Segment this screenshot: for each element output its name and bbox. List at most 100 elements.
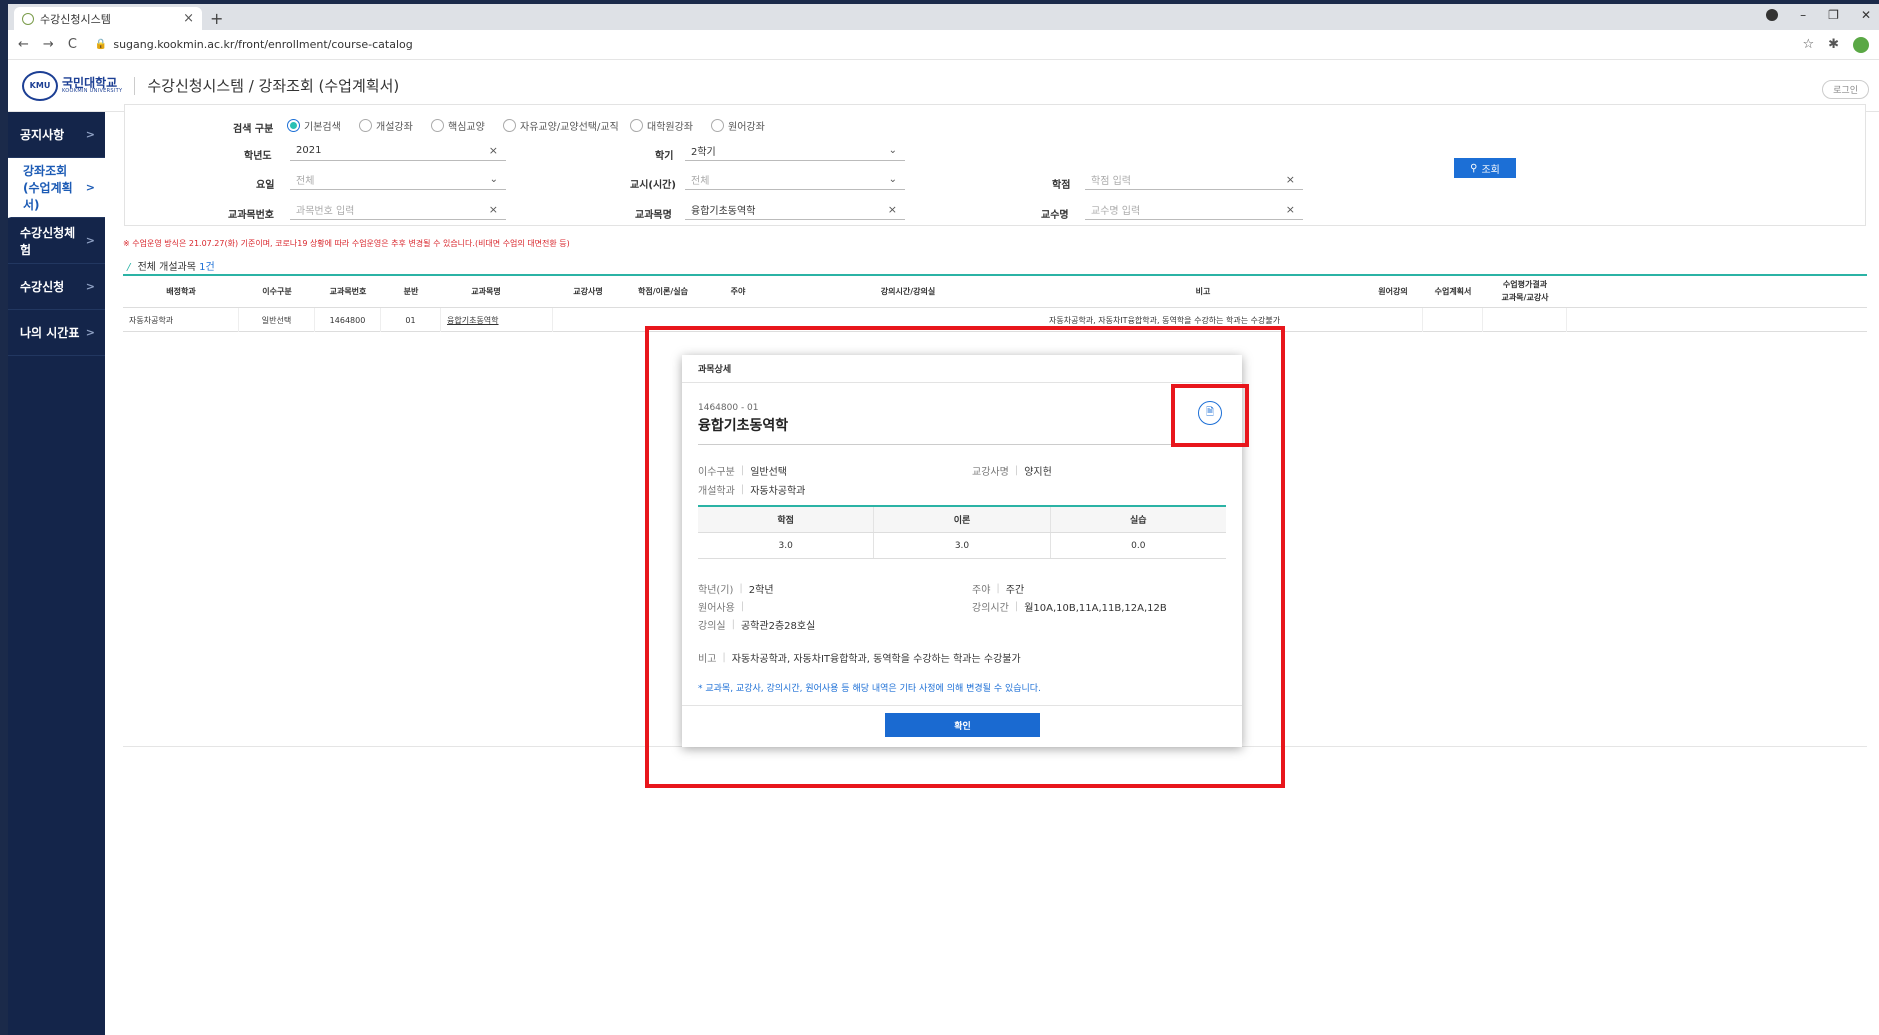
extensions-icon[interactable]: ✱ xyxy=(1828,37,1839,52)
col-evaluation-sub: 교과목/교강사 xyxy=(1501,293,1549,302)
sidebar-item-course-catalog[interactable]: 강좌조회 (수업계획서) > xyxy=(8,158,105,218)
col-remark: 비고 xyxy=(1195,286,1211,296)
header-separator xyxy=(134,76,136,95)
search-type-label: 검색 구분 xyxy=(233,124,274,135)
chevron-down-icon: ⌄ xyxy=(489,174,498,185)
course-no-placeholder: 과목번호 입력 xyxy=(296,206,355,217)
sidebar-item-notice[interactable]: 공지사항 > xyxy=(8,112,105,158)
sidebar-item-label: 나의 시간표 xyxy=(20,326,80,340)
table-header: 배정학과 이수구분 교과목번호 분반 교과목명 교강사명 학점/이론/실습 주야… xyxy=(123,274,1867,308)
radio-basic-search[interactable]: 기본검색 xyxy=(287,118,341,133)
new-tab-button[interactable]: + xyxy=(210,9,223,28)
clear-icon[interactable]: × xyxy=(489,144,498,157)
cell-evaluation[interactable] xyxy=(1483,308,1567,332)
sidebar-item-label: 강좌조회 xyxy=(23,164,68,178)
day-label: 요일 xyxy=(256,180,275,191)
search-panel: 검색 구분 기본검색 개설강좌 핵심교양 자유교양/교양선택/교직 대학원강좌 … xyxy=(124,104,1866,226)
clear-icon[interactable]: × xyxy=(489,203,498,216)
professor-placeholder: 교수명 입력 xyxy=(1091,206,1141,217)
search-button[interactable]: ⚲ 조회 xyxy=(1454,158,1516,178)
profile-icon[interactable] xyxy=(1766,9,1779,21)
tab-title: 수강신청시스템 xyxy=(40,12,111,26)
semester-label: 학기 xyxy=(655,151,674,162)
chevron-right-icon: > xyxy=(85,128,95,141)
page-title: 수강신청시스템 / 강좌조회 (수업계획서) xyxy=(147,77,400,95)
pencil-icon: / xyxy=(127,262,131,273)
clear-icon[interactable]: × xyxy=(1286,173,1295,186)
bookmark-star-icon[interactable]: ☆ xyxy=(1802,37,1814,52)
cell-code: 1464800 xyxy=(315,308,381,332)
desktop-edge xyxy=(0,0,8,1035)
university-logo[interactable]: KMU 국민대학교 KOOKMIN UNIVERSITY xyxy=(22,70,123,101)
sidebar-item-enroll[interactable]: 수강신청 > xyxy=(8,264,105,310)
radio-label: 개설강좌 xyxy=(376,122,413,133)
col-time-room: 강의시간/강의실 xyxy=(880,286,936,296)
radio-foreign-language[interactable]: 원어강좌 xyxy=(711,118,765,133)
radio-dot xyxy=(503,119,516,132)
browser-tab[interactable]: 수강신청시스템 × xyxy=(14,7,202,30)
radio-dot xyxy=(630,119,643,132)
radio-dot xyxy=(431,119,444,132)
clear-icon[interactable]: × xyxy=(1286,203,1295,216)
col-dept: 배정학과 xyxy=(166,286,196,296)
year-field[interactable]: 2021 × xyxy=(290,141,506,161)
sidebar-item-label-wrap: 강좌조회 (수업계획서) xyxy=(23,162,86,213)
result-count-label: 전체 개설과목 xyxy=(137,262,196,273)
professor-label: 교수명 xyxy=(1041,210,1069,221)
course-no-label: 교과목번호 xyxy=(228,210,274,221)
cell-dept: 자동차공학과 xyxy=(123,308,239,332)
lock-icon: 🔒 xyxy=(94,39,108,50)
day-select[interactable]: 전체 ⌄ xyxy=(290,170,506,190)
back-button[interactable]: ← xyxy=(18,37,29,52)
minimize-button[interactable]: – xyxy=(1800,8,1806,22)
sidebar-item-timetable[interactable]: 나의 시간표 > xyxy=(8,310,105,356)
radio-free-liberal[interactable]: 자유교양/교양선택/교직 xyxy=(503,118,619,133)
address-bar: ← → C 🔒 sugang.kookmin.ac.kr/front/enrol… xyxy=(8,30,1879,60)
col-daynight: 주야 xyxy=(730,286,746,296)
col-foreign: 원어강의 xyxy=(1378,286,1408,296)
sidebar-item-label: 수강신청체험 xyxy=(20,225,76,257)
clear-icon[interactable]: × xyxy=(888,203,897,216)
radio-label: 원어강좌 xyxy=(728,122,765,133)
period-select[interactable]: 전체 ⌄ xyxy=(685,170,905,190)
sidebar-item-practice[interactable]: 수강신청체험 > xyxy=(8,218,105,264)
tab-close-icon[interactable]: × xyxy=(183,11,194,26)
chevron-right-icon: > xyxy=(85,181,95,194)
course-name-field[interactable]: 융합기초동역학 × xyxy=(685,200,905,220)
radio-label: 자유교양/교양선택/교직 xyxy=(520,122,619,133)
credit-field[interactable]: 학점 입력 × xyxy=(1085,170,1303,190)
cell-foreign xyxy=(1363,308,1423,332)
radio-open-courses[interactable]: 개설강좌 xyxy=(359,118,413,133)
logo-english: KOOKMIN UNIVERSITY xyxy=(62,88,123,94)
radio-graduate[interactable]: 대학원강좌 xyxy=(630,118,693,133)
day-placeholder: 전체 xyxy=(296,176,315,187)
course-no-field[interactable]: 과목번호 입력 × xyxy=(290,200,506,220)
semester-value: 2학기 xyxy=(691,147,716,158)
chevron-right-icon: > xyxy=(85,280,95,293)
account-avatar[interactable] xyxy=(1853,36,1869,53)
forward-button[interactable]: → xyxy=(43,37,54,52)
course-name-link[interactable]: 융합기초동역학 xyxy=(441,308,553,332)
year-label: 학년도 xyxy=(244,151,272,162)
browser-window: 수강신청시스템 × + – ❐ ✕ ← → C 🔒 sugang.kookmin… xyxy=(8,4,1879,1035)
notice-text: ※ 수업운영 방식은 21.07.27(화) 기준이며, 코로나19 상황에 따… xyxy=(123,239,570,248)
cell-type: 일반선택 xyxy=(239,308,315,332)
login-button[interactable]: 로그인 xyxy=(1822,80,1869,99)
cell-syllabus[interactable] xyxy=(1423,308,1483,332)
search-button-label: 조회 xyxy=(1481,164,1500,176)
close-window-button[interactable]: ✕ xyxy=(1861,8,1871,22)
result-count: / 전체 개설과목 1건 xyxy=(127,258,215,273)
professor-field[interactable]: 교수명 입력 × xyxy=(1085,200,1303,220)
chevron-right-icon: > xyxy=(85,234,95,247)
col-name: 교과목명 xyxy=(471,286,501,296)
reload-button[interactable]: C xyxy=(68,37,77,52)
radio-core-liberal[interactable]: 핵심교양 xyxy=(431,118,485,133)
url-field[interactable]: 🔒 sugang.kookmin.ac.kr/front/enrollment/… xyxy=(95,38,413,51)
sidebar-item-label: 수강신청 xyxy=(20,280,65,294)
restore-button[interactable]: ❐ xyxy=(1828,8,1839,22)
toolbar-right: ☆ ✱ xyxy=(1802,36,1869,53)
semester-select[interactable]: 2학기 ⌄ xyxy=(685,141,905,161)
chevron-right-icon: > xyxy=(85,326,95,339)
url-text: sugang.kookmin.ac.kr/front/enrollment/co… xyxy=(113,38,413,51)
radio-dot xyxy=(287,119,300,132)
